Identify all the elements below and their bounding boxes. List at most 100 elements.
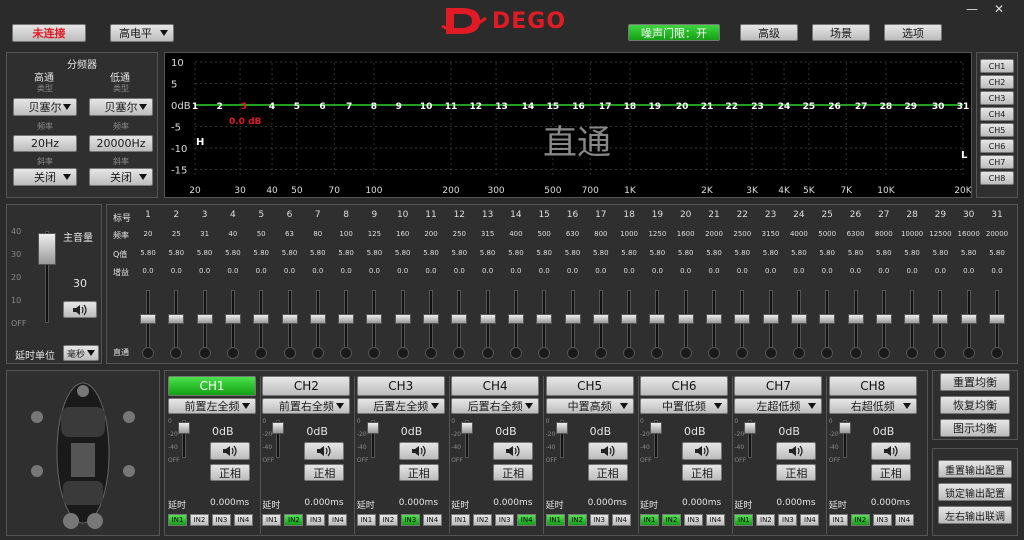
input-route-in4[interactable]: IN4	[800, 514, 820, 526]
band-bypass-toggle[interactable]	[538, 347, 551, 359]
band-freq[interactable]: 315	[474, 230, 502, 238]
band-q[interactable]: 5.80	[360, 249, 388, 257]
highpass-freq-field[interactable]: 20Hz	[13, 135, 77, 152]
band-q[interactable]: 5.80	[559, 249, 587, 257]
band-bypass-toggle[interactable]	[623, 347, 636, 359]
band-gain[interactable]: 0.0	[559, 267, 587, 275]
band-gain-knob[interactable]	[762, 314, 779, 324]
band-q[interactable]: 5.80	[502, 249, 530, 257]
band-bypass-toggle[interactable]	[311, 347, 324, 359]
output-source-select[interactable]: 前置右全频	[262, 398, 351, 414]
band-bypass-toggle[interactable]	[991, 347, 1003, 359]
band-gain-knob[interactable]	[281, 314, 298, 324]
output-source-select[interactable]: 中置低频	[640, 398, 728, 414]
band-q[interactable]: 5.80	[247, 249, 275, 257]
output-phase-button[interactable]: 正相	[493, 464, 534, 481]
band-freq[interactable]: 16000	[955, 230, 983, 238]
band-q[interactable]: 5.80	[134, 249, 162, 257]
band-freq[interactable]: 1000	[615, 230, 643, 238]
band-q[interactable]: 5.80	[191, 249, 219, 257]
band-bypass-toggle[interactable]	[708, 347, 720, 359]
band-gain[interactable]: 0.0	[983, 267, 1011, 275]
band-bypass-toggle[interactable]	[566, 347, 579, 359]
close-icon[interactable]: ✕	[994, 2, 1004, 16]
band-gain[interactable]: 0.0	[134, 267, 162, 275]
band-gain-knob[interactable]	[904, 314, 921, 324]
band-bypass-toggle[interactable]	[142, 347, 154, 359]
input-route-in3[interactable]: IN3	[684, 514, 703, 526]
lowpass-slope-select[interactable]: 关闭	[89, 168, 153, 186]
band-q[interactable]: 5.80	[474, 249, 502, 257]
band-gain-knob[interactable]	[989, 314, 1005, 324]
band-gain[interactable]: 0.0	[615, 267, 643, 275]
input-route-in1[interactable]: IN1	[640, 514, 659, 526]
band-q[interactable]: 5.80	[162, 249, 190, 257]
input-route-in1[interactable]: IN1	[545, 514, 565, 526]
band-freq[interactable]: 800	[587, 230, 615, 238]
input-route-in1[interactable]: IN1	[828, 514, 848, 526]
reset-output-config-button[interactable]: 重置输出配置	[938, 460, 1012, 478]
band-gain[interactable]: 0.0	[360, 267, 388, 275]
band-bypass-toggle[interactable]	[453, 347, 466, 359]
input-route-in4[interactable]: IN4	[517, 514, 537, 526]
band-freq[interactable]: 12500	[926, 230, 954, 238]
output-channel-select-button[interactable]: CH5	[545, 376, 634, 396]
input-route-in3[interactable]: IN3	[778, 514, 798, 526]
input-route-in2[interactable]: IN2	[662, 514, 681, 526]
band-freq[interactable]: 125	[360, 230, 388, 238]
band-gain-knob[interactable]	[649, 314, 666, 324]
output-level-knob[interactable]	[461, 422, 474, 434]
output-level-knob[interactable]	[744, 422, 757, 434]
band-gain[interactable]: 0.0	[870, 267, 898, 275]
band-freq[interactable]: 80	[304, 230, 332, 238]
band-gain-knob[interactable]	[309, 314, 326, 324]
band-bypass-toggle[interactable]	[906, 347, 919, 359]
band-freq[interactable]: 630	[559, 230, 587, 238]
options-button[interactable]: 选项	[884, 24, 942, 41]
channel-tab-2[interactable]: CH2	[980, 75, 1014, 89]
output-mute-button[interactable]	[210, 442, 250, 460]
input-route-in3[interactable]: IN3	[212, 514, 231, 526]
band-freq[interactable]: 1250	[643, 230, 671, 238]
band-gain[interactable]: 0.0	[728, 267, 756, 275]
output-channel-select-button[interactable]: CH6	[640, 376, 728, 396]
channel-tab-3[interactable]: CH3	[980, 91, 1014, 105]
band-bypass-toggle[interactable]	[226, 347, 239, 359]
output-source-select[interactable]: 中置高频	[545, 398, 634, 414]
output-channel-select-button[interactable]: CH2	[262, 376, 351, 396]
band-gain[interactable]: 0.0	[332, 267, 360, 275]
band-freq[interactable]: 20	[134, 230, 162, 238]
input-route-in4[interactable]: IN4	[894, 514, 914, 526]
output-mute-button[interactable]	[776, 442, 817, 460]
band-gain[interactable]: 0.0	[672, 267, 700, 275]
minimize-icon[interactable]: —	[966, 2, 978, 16]
band-freq[interactable]: 200	[417, 230, 445, 238]
band-freq[interactable]: 100	[332, 230, 360, 238]
input-route-in3[interactable]: IN3	[306, 514, 326, 526]
band-freq[interactable]: 160	[389, 230, 417, 238]
output-phase-button[interactable]: 正相	[210, 464, 250, 481]
band-gain[interactable]: 0.0	[474, 267, 502, 275]
advanced-button[interactable]: 高级	[740, 24, 798, 41]
band-bypass-toggle[interactable]	[368, 347, 381, 359]
band-gain[interactable]: 0.0	[389, 267, 417, 275]
band-q[interactable]: 5.80	[587, 249, 615, 257]
output-mute-button[interactable]	[682, 442, 722, 460]
output-delay-value[interactable]: 0.000ms	[304, 498, 343, 508]
output-source-select[interactable]: 后置右全频	[451, 398, 540, 414]
band-bypass-toggle[interactable]	[425, 347, 437, 359]
input-route-in2[interactable]: IN2	[756, 514, 776, 526]
band-gain-knob[interactable]	[734, 314, 751, 324]
band-freq[interactable]: 250	[445, 230, 473, 238]
band-gain[interactable]: 0.0	[587, 267, 615, 275]
band-gain[interactable]: 0.0	[813, 267, 841, 275]
band-gain-knob[interactable]	[564, 314, 581, 324]
input-route-in4[interactable]: IN4	[611, 514, 631, 526]
lock-output-config-button[interactable]: 锁定输出配置	[938, 483, 1012, 501]
output-channel-select-button[interactable]: CH4	[451, 376, 540, 396]
band-q[interactable]: 5.80	[672, 249, 700, 257]
input-route-in2[interactable]: IN2	[850, 514, 870, 526]
output-channel-select-button[interactable]: CH7	[734, 376, 823, 396]
band-gain[interactable]: 0.0	[304, 267, 332, 275]
output-channel-select-button[interactable]: CH1	[168, 376, 256, 396]
